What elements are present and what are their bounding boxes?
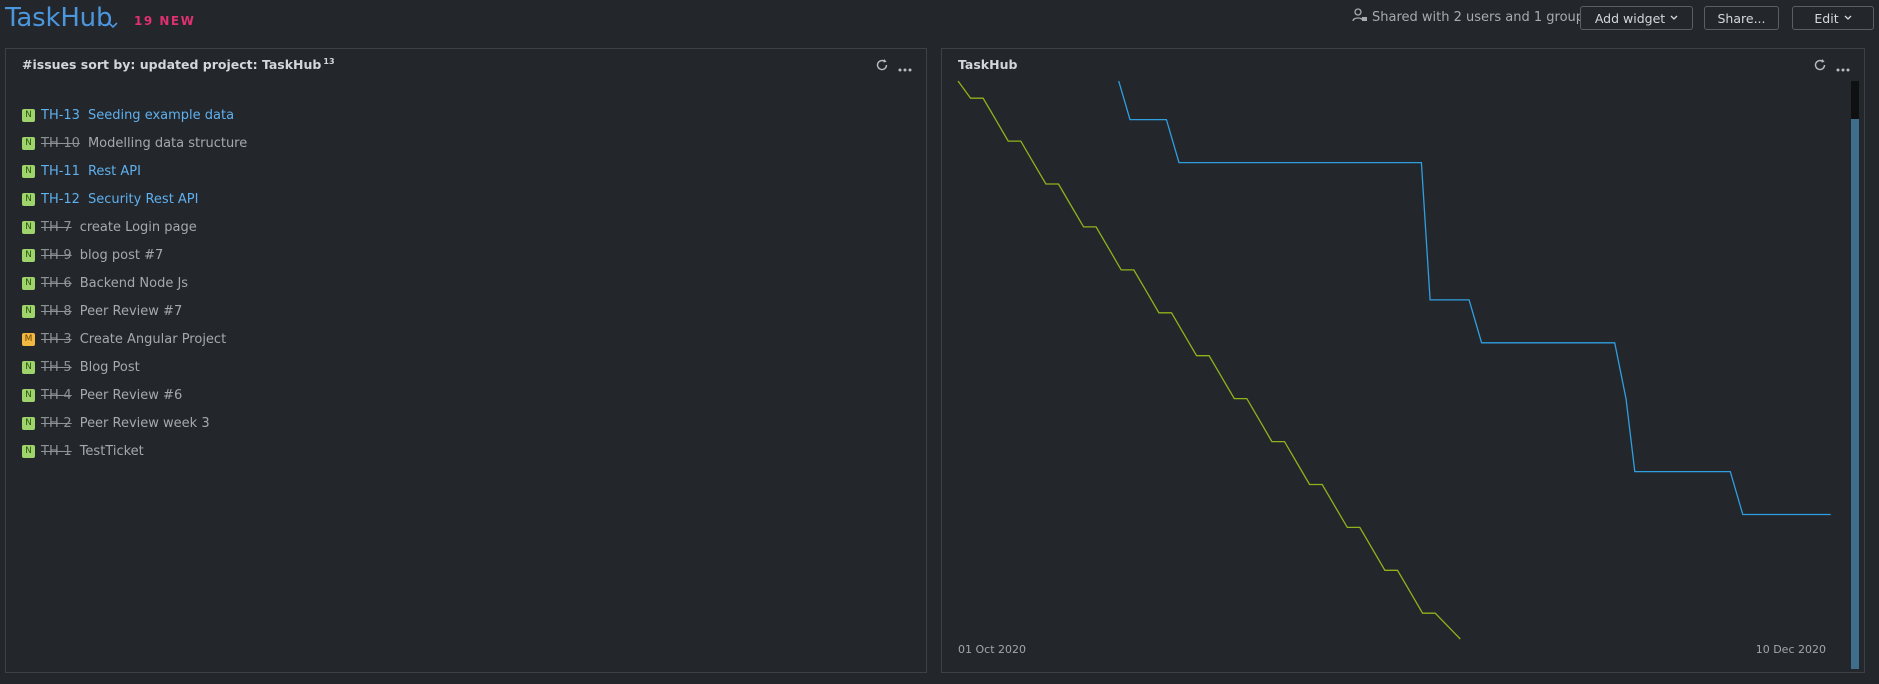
refresh-icon[interactable] — [875, 57, 889, 76]
priority-badge[interactable]: N — [22, 248, 35, 262]
issue-summary[interactable]: Blog Post — [80, 360, 140, 375]
issue-summary[interactable]: Peer Review #6 — [80, 388, 183, 403]
priority-badge[interactable]: N — [22, 192, 35, 206]
issue-id[interactable]: TH-7 — [41, 220, 72, 235]
add-widget-button[interactable]: Add widget — [1580, 6, 1693, 30]
issue-list-item[interactable]: N TH-11 Rest API — [22, 157, 247, 185]
priority-badge[interactable]: M — [22, 332, 35, 346]
dashboard-header: TaskHub 19 NEW Shared with 2 users and 1… — [0, 0, 1879, 44]
priority-badge[interactable]: N — [22, 164, 35, 178]
shared-with-indicator[interactable]: Shared with 2 users and 1 group — [1352, 8, 1584, 26]
priority-badge[interactable]: N — [22, 108, 35, 122]
issue-list-item[interactable]: N TH-2 Peer Review week 3 — [22, 409, 247, 437]
issue-id[interactable]: TH-1 — [41, 444, 72, 459]
priority-badge[interactable]: N — [22, 416, 35, 430]
priority-badge[interactable]: N — [22, 444, 35, 458]
share-button[interactable]: Share... — [1704, 6, 1779, 30]
share-label: Share... — [1717, 10, 1766, 26]
issue-list-item[interactable]: N TH-12 Security Rest API — [22, 185, 247, 213]
priority-badge[interactable]: N — [22, 388, 35, 402]
issue-list-item[interactable]: N TH-13 Seeding example data — [22, 101, 247, 129]
issue-list-item[interactable]: N TH-7 create Login page — [22, 213, 247, 241]
scrollbar-thumb[interactable] — [1851, 119, 1859, 669]
issue-list-item[interactable]: N TH-8 Peer Review #7 — [22, 297, 247, 325]
issue-id[interactable]: TH-13 — [41, 108, 80, 123]
issue-list-item[interactable]: N TH-9 blog post #7 — [22, 241, 247, 269]
issue-list-item[interactable]: N TH-4 Peer Review #6 — [22, 381, 247, 409]
priority-badge[interactable]: N — [22, 136, 35, 150]
issue-list: N TH-13 Seeding example data N TH-10 Modellin… — [22, 101, 247, 465]
users-icon — [1352, 8, 1372, 26]
issue-id[interactable]: TH-12 — [41, 192, 80, 207]
issue-summary[interactable]: TestTicket — [80, 444, 144, 459]
priority-badge[interactable]: N — [22, 360, 35, 374]
issue-id[interactable]: TH-6 — [41, 276, 72, 291]
edit-label: Edit — [1814, 10, 1839, 26]
issue-id[interactable]: TH-10 — [41, 136, 80, 151]
issue-id[interactable]: TH-8 — [41, 304, 72, 319]
issue-list-item[interactable]: N TH-6 Backend Node Js — [22, 269, 247, 297]
issues-widget: #issues sort by: updated project: TaskHu… — [5, 48, 927, 673]
ideal-burndown-line — [957, 80, 1461, 640]
issue-summary[interactable]: Modelling data structure — [88, 136, 247, 151]
issue-list-item[interactable]: M TH-3 Create Angular Project — [22, 325, 247, 353]
issue-summary[interactable]: Peer Review week 3 — [80, 416, 210, 431]
issue-summary[interactable]: blog post #7 — [80, 248, 164, 263]
issue-id[interactable]: TH-3 — [41, 332, 72, 347]
priority-badge[interactable]: N — [22, 276, 35, 290]
dashboard-title[interactable]: TaskHub — [5, 3, 112, 33]
remaining-issues-line — [1118, 80, 1831, 516]
issue-summary[interactable]: Seeding example data — [88, 108, 234, 123]
x-axis-start-label: 01 Oct 2020 — [958, 643, 1027, 656]
edit-button[interactable]: Edit — [1792, 6, 1874, 30]
priority-badge[interactable]: N — [22, 304, 35, 318]
issue-summary[interactable]: Create Angular Project — [80, 332, 227, 347]
issue-id[interactable]: TH-11 — [41, 164, 80, 179]
issue-summary[interactable]: Peer Review #7 — [80, 304, 183, 319]
issue-list-item[interactable]: N TH-10 Modelling data structure — [22, 129, 247, 157]
chevron-down-icon[interactable] — [108, 14, 118, 33]
issue-id[interactable]: TH-5 — [41, 360, 72, 375]
issue-id[interactable]: TH-9 — [41, 248, 72, 263]
x-axis-end-label: 10 Dec 2020 — [1755, 643, 1826, 656]
issue-summary[interactable]: Rest API — [88, 164, 141, 179]
burndown-chart — [957, 80, 1831, 640]
issue-summary[interactable]: Security Rest API — [88, 192, 199, 207]
issue-list-item[interactable]: N TH-1 TestTicket — [22, 437, 247, 465]
add-widget-label: Add widget — [1594, 10, 1666, 26]
widget-title-text: #issues sort by: updated project: TaskHu… — [22, 57, 322, 73]
issue-id[interactable]: TH-4 — [41, 388, 72, 403]
issue-list-item[interactable]: N TH-5 Blog Post — [22, 353, 247, 381]
issue-summary[interactable]: Backend Node Js — [80, 276, 188, 291]
priority-badge[interactable]: N — [22, 220, 35, 234]
shared-with-text: Shared with 2 users and 1 group — [1372, 9, 1585, 25]
issue-id[interactable]: TH-2 — [41, 416, 72, 431]
issue-summary[interactable]: create Login page — [80, 220, 197, 235]
more-options-icon[interactable] — [898, 57, 912, 76]
chart-widget: TaskHub 01 Oct 2020 10 Dec 2020 — [941, 48, 1865, 673]
new-items-badge[interactable]: 19 NEW — [134, 14, 195, 28]
issue-count: 13 — [323, 57, 335, 66]
widget-title[interactable]: #issues sort by: updated project: TaskHu… — [22, 57, 335, 72]
chevron-down-icon — [1670, 15, 1678, 20]
chevron-down-icon — [1844, 15, 1852, 20]
